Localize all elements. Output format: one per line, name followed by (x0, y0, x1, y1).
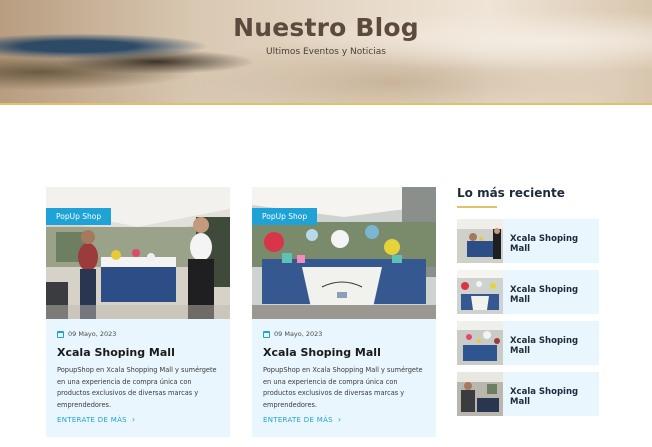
post-title[interactable]: Xcala Shoping Mall (57, 346, 175, 359)
read-more-link[interactable]: ENTERATE DE MÁS › (263, 415, 341, 424)
page-subtitle: Ultimos Eventos y Noticias (266, 47, 386, 57)
calendar-icon (57, 330, 64, 338)
sidebar-title: Lo más reciente (457, 186, 565, 200)
recent-post-title[interactable]: Xcala Shoping Mall (510, 234, 599, 254)
post-date-text: 09 Mayo, 2023 (274, 330, 323, 338)
sidebar-title-underline (457, 206, 497, 208)
post-date-text: 09 Mayo, 2023 (68, 330, 117, 338)
post-title[interactable]: Xcala Shoping Mall (263, 346, 381, 359)
recent-post-item[interactable]: Xcala Shoping Mall (457, 270, 599, 314)
recent-post-thumbnail[interactable] (457, 372, 503, 416)
recent-post-item[interactable]: Xcala Shoping Mall (457, 219, 599, 263)
post-excerpt: PopupShop en Xcala Shopping Mall y sumér… (57, 366, 217, 409)
blog-post-card[interactable]: PopUp Shop 09 Mayo, 2023 Xcala Shoping M… (46, 187, 230, 437)
blog-post-card[interactable]: PopUp Shop 09 Mayo, 2023 Xcala Shoping M… (252, 187, 436, 437)
post-date: 09 Mayo, 2023 (263, 330, 322, 338)
recent-post-thumbnail[interactable] (457, 270, 503, 314)
chevron-right-icon[interactable]: › (132, 415, 136, 424)
calendar-icon (263, 330, 270, 338)
recent-post-title[interactable]: Xcala Shoping Mall (510, 387, 599, 407)
chevron-right-icon[interactable]: › (338, 415, 342, 424)
post-excerpt: PopupShop en Xcala Shopping Mall y sumér… (263, 366, 423, 409)
page-title: Nuestro Blog (233, 13, 419, 42)
post-image[interactable] (46, 187, 230, 319)
post-date: 09 Mayo, 2023 (57, 330, 116, 338)
recent-post-item[interactable]: Xcala Shoping Mall (457, 321, 599, 365)
recent-post-thumbnail[interactable] (457, 219, 503, 263)
recent-post-thumbnail[interactable] (457, 321, 503, 365)
post-image[interactable] (252, 187, 436, 319)
read-more-label[interactable]: ENTERATE DE MÁS (57, 416, 127, 424)
category-badge[interactable]: PopUp Shop (252, 208, 318, 225)
read-more-link[interactable]: ENTERATE DE MÁS › (57, 415, 135, 424)
read-more-label[interactable]: ENTERATE DE MÁS (263, 416, 333, 424)
recent-post-item[interactable]: Xcala Shoping Mall (457, 372, 599, 416)
recent-post-title[interactable]: Xcala Shoping Mall (510, 285, 599, 305)
recent-post-title[interactable]: Xcala Shoping Mall (510, 336, 599, 356)
category-badge[interactable]: PopUp Shop (46, 208, 112, 225)
hero-banner: Nuestro Blog Ultimos Eventos y Noticias (0, 0, 652, 105)
